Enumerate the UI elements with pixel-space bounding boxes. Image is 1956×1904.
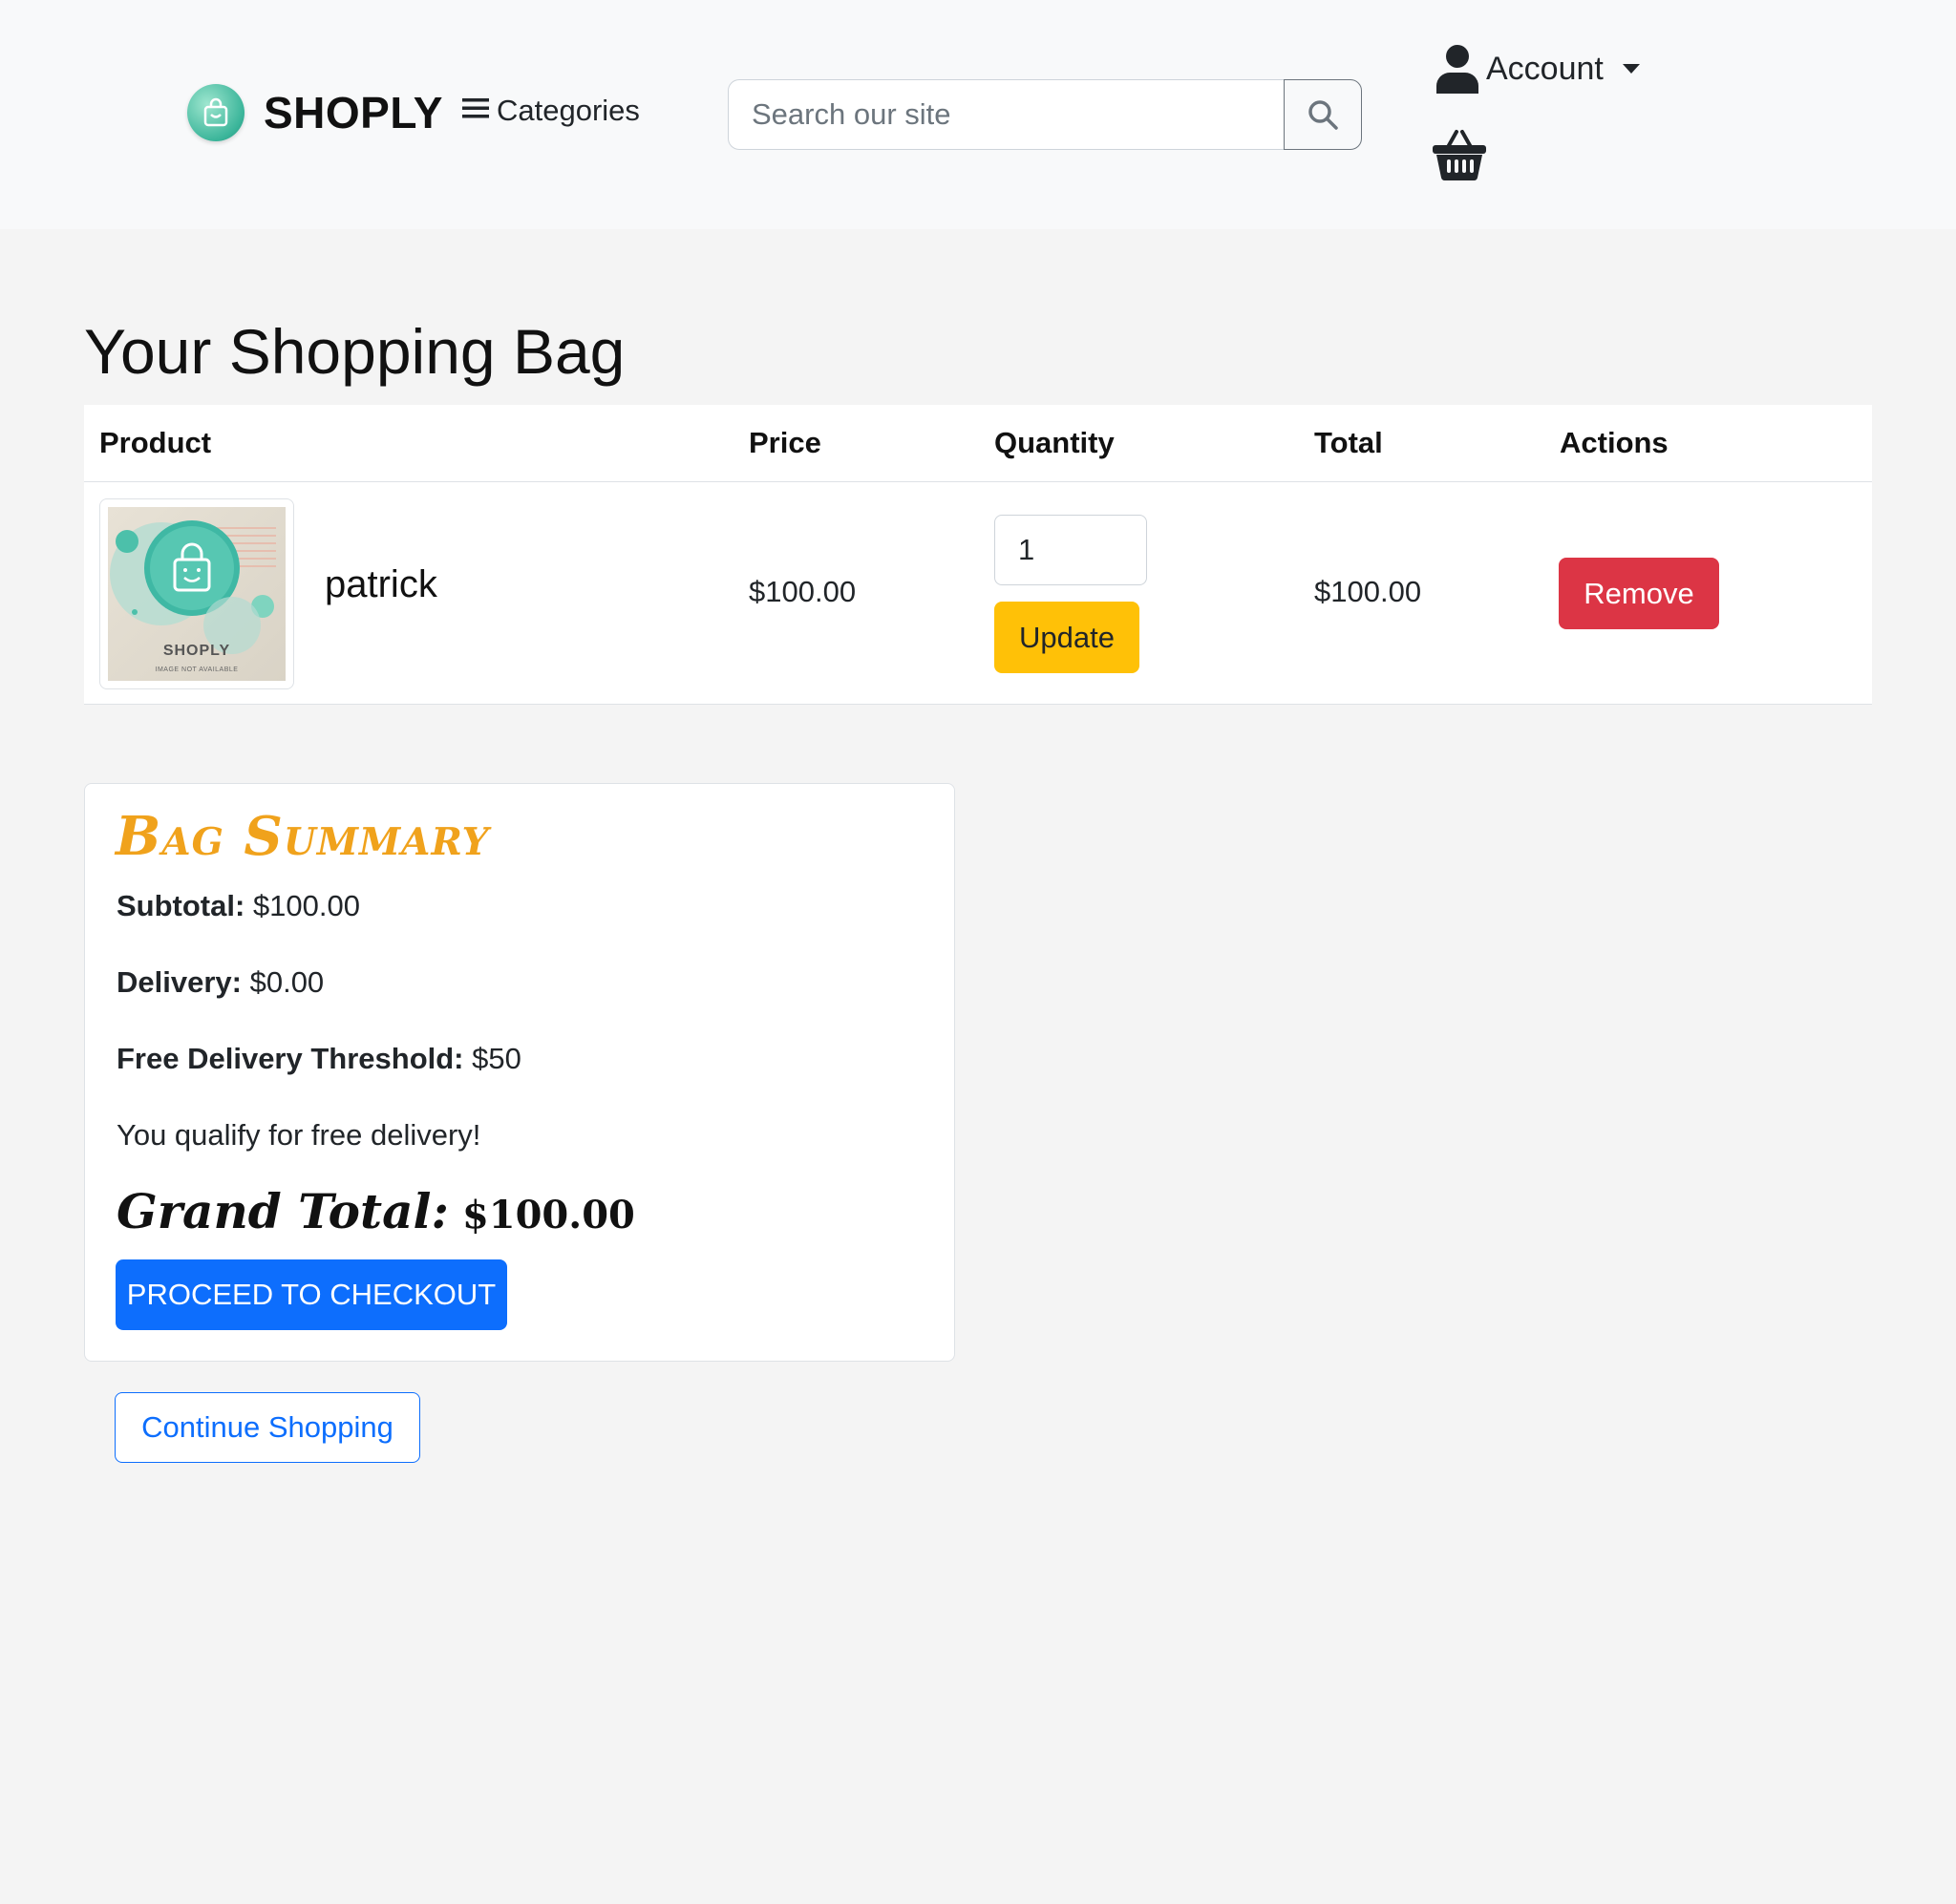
search-button[interactable] bbox=[1284, 79, 1362, 150]
threshold-line: Free Delivery Threshold: $50 bbox=[117, 1042, 521, 1076]
product-image[interactable]: SHOPLY IMAGE NOT AVAILABLE bbox=[99, 498, 294, 689]
grand-total-value: $100.00 bbox=[461, 1193, 635, 1238]
proceed-to-checkout-button[interactable]: PROCEED TO CHECKOUT bbox=[116, 1259, 507, 1330]
account-label: Account bbox=[1486, 50, 1604, 87]
threshold-value: $50 bbox=[472, 1042, 521, 1075]
threshold-label: Free Delivery Threshold: bbox=[117, 1042, 464, 1075]
quantity-input[interactable] bbox=[994, 515, 1147, 585]
product-total: $100.00 bbox=[1314, 575, 1422, 608]
categories-menu-button[interactable]: Categories bbox=[462, 94, 640, 128]
site-header: SHOPLY Categories Account bbox=[0, 0, 1956, 229]
column-header-price: Price bbox=[749, 426, 821, 459]
subtotal-value: $100.00 bbox=[252, 889, 360, 922]
subtotal-label: Subtotal: bbox=[117, 889, 245, 922]
remove-button[interactable]: Remove bbox=[1559, 558, 1719, 629]
table-bottom-divider bbox=[84, 704, 1872, 705]
table-header-divider bbox=[84, 481, 1872, 482]
hamburger-menu-icon bbox=[462, 94, 489, 128]
delivery-label: Delivery: bbox=[117, 965, 242, 999]
update-button[interactable]: Update bbox=[994, 602, 1139, 673]
delivery-line: Delivery: $0.00 bbox=[117, 965, 324, 1000]
bag-table: Product Price Quantity Total Actions SHO… bbox=[84, 405, 1872, 705]
user-icon bbox=[1436, 45, 1478, 94]
product-image-caption: SHOPLY bbox=[162, 643, 231, 659]
grand-total: Grand Total: $100.00 bbox=[117, 1183, 635, 1239]
continue-shopping-button[interactable]: Continue Shopping bbox=[115, 1392, 420, 1463]
summary-title: Bag Summary bbox=[116, 805, 490, 868]
shopping-bag-link[interactable] bbox=[1431, 128, 1488, 186]
product-price: $100.00 bbox=[749, 575, 857, 608]
product-image-subcaption: IMAGE NOT AVAILABLE bbox=[155, 666, 239, 673]
account-dropdown[interactable]: Account bbox=[1436, 44, 1640, 94]
product-name: patrick bbox=[325, 563, 437, 605]
product-image-placeholder: SHOPLY IMAGE NOT AVAILABLE bbox=[108, 507, 286, 681]
delivery-value: $0.00 bbox=[249, 965, 325, 999]
bag-summary-card: Bag Summary Subtotal: $100.00 Delivery: … bbox=[84, 783, 955, 1362]
free-delivery-message: You qualify for free delivery! bbox=[117, 1118, 481, 1152]
grand-total-label: Grand Total: bbox=[117, 1183, 449, 1239]
column-header-quantity: Quantity bbox=[994, 426, 1115, 459]
column-header-actions: Actions bbox=[1560, 426, 1669, 459]
shopping-bag-logo-icon bbox=[187, 84, 244, 141]
brand-name: SHOPLY bbox=[264, 88, 443, 138]
search-icon bbox=[1308, 100, 1338, 130]
caret-down-icon bbox=[1622, 64, 1640, 74]
brand-link[interactable]: SHOPLY bbox=[187, 84, 443, 141]
basket-icon bbox=[1433, 130, 1486, 181]
categories-label: Categories bbox=[497, 94, 640, 127]
column-header-product: Product bbox=[99, 426, 212, 459]
search-form bbox=[728, 79, 1362, 150]
search-input[interactable] bbox=[728, 79, 1284, 150]
subtotal-line: Subtotal: $100.00 bbox=[117, 889, 360, 923]
column-header-total: Total bbox=[1314, 426, 1383, 459]
page-title: Your Shopping Bag bbox=[84, 316, 626, 387]
